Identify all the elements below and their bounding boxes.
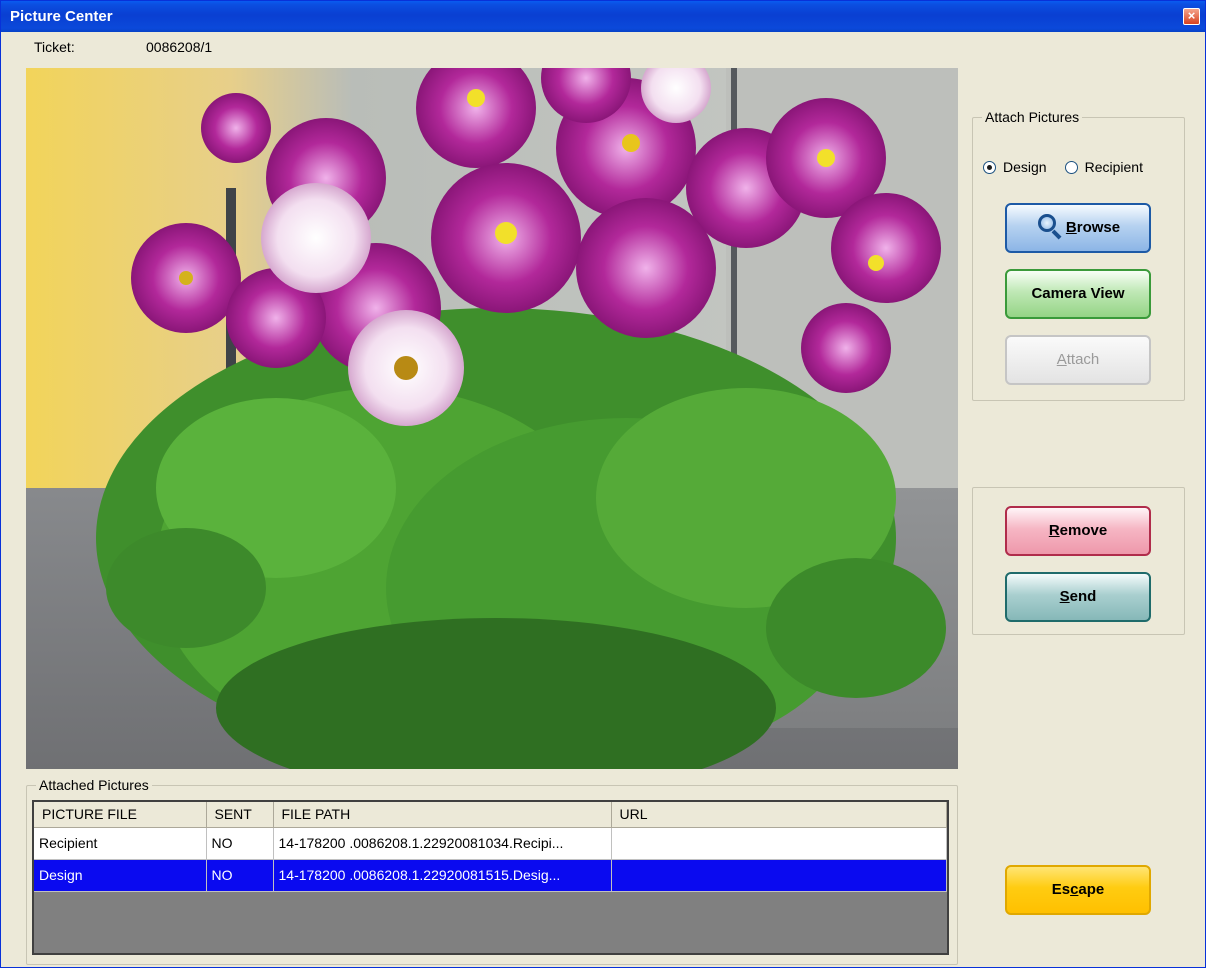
design-radio[interactable]: [983, 160, 996, 174]
camera-view-label: Camera View: [1031, 285, 1125, 302]
cell-url: [611, 827, 947, 860]
column-header-file-path[interactable]: FILE PATH: [273, 802, 612, 828]
recipient-radio[interactable]: [1064, 160, 1078, 174]
remove-label-rest: emove: [1059, 522, 1108, 539]
cell-sent: NO: [206, 859, 274, 892]
attached-pictures-legend: Attached Pictures: [39, 777, 149, 793]
attach-accel: A: [1056, 351, 1067, 368]
picture-type-radios: Design Recipient: [983, 159, 1143, 175]
browse-button[interactable]: Browse: [1005, 203, 1151, 253]
table-header-row: PICTURE FILE SENT FILE PATH URL: [34, 802, 947, 828]
attach-button[interactable]: Attach: [1005, 335, 1151, 385]
ticket-label: Ticket:: [34, 39, 75, 55]
send-accel: S: [1059, 588, 1070, 605]
browse-label-rest: rowse: [1076, 219, 1121, 236]
column-header-picture-file[interactable]: PICTURE FILE: [34, 802, 207, 828]
cell-file-path: 14-178200 .0086208.1.22920081515.Desig..…: [273, 859, 612, 892]
close-icon[interactable]: ×: [1183, 8, 1200, 25]
cell-picture-file: Design: [34, 859, 207, 892]
remove-accel: R: [1048, 522, 1060, 539]
flower-photo-image: [26, 68, 958, 769]
window-title: Picture Center: [10, 8, 113, 25]
magnifier-icon: [1036, 212, 1064, 240]
title-bar[interactable]: Picture Center ×: [1, 1, 1205, 32]
browse-accel: B: [1065, 219, 1077, 236]
cell-picture-file: Recipient: [34, 827, 207, 860]
attach-label-rest: ttach: [1066, 351, 1100, 368]
table-row-selected[interactable]: Design NO 14-178200 .0086208.1.229200815…: [34, 859, 947, 892]
send-label-rest: end: [1069, 588, 1097, 605]
cell-sent: NO: [206, 827, 274, 860]
cell-url: [611, 859, 947, 892]
attach-pictures-legend: Attach Pictures: [985, 109, 1080, 125]
cell-file-path: 14-178200 .0086208.1.22920081034.Recipi.…: [273, 827, 612, 860]
attached-pictures-table[interactable]: PICTURE FILE SENT FILE PATH URL Recipien…: [32, 800, 949, 955]
table-row[interactable]: Recipient NO 14-178200 .0086208.1.229200…: [34, 827, 947, 860]
send-button[interactable]: Send: [1005, 572, 1151, 622]
column-header-url[interactable]: URL: [611, 802, 947, 828]
escape-label-rest: ape: [1078, 881, 1105, 898]
design-radio-label[interactable]: Design: [1003, 159, 1047, 175]
remove-button[interactable]: Remove: [1005, 506, 1151, 556]
photo-preview: [26, 68, 958, 769]
camera-view-button[interactable]: Camera View: [1005, 269, 1151, 319]
ticket-value: 0086208/1: [146, 39, 213, 55]
recipient-radio-label[interactable]: Recipient: [1085, 159, 1143, 175]
escape-button[interactable]: Escape: [1005, 865, 1151, 915]
escape-label-pre: Es: [1051, 881, 1071, 898]
column-header-sent[interactable]: SENT: [206, 802, 274, 828]
picture-center-window: Picture Center × Ticket: 0086208/1 Attac…: [0, 0, 1206, 968]
